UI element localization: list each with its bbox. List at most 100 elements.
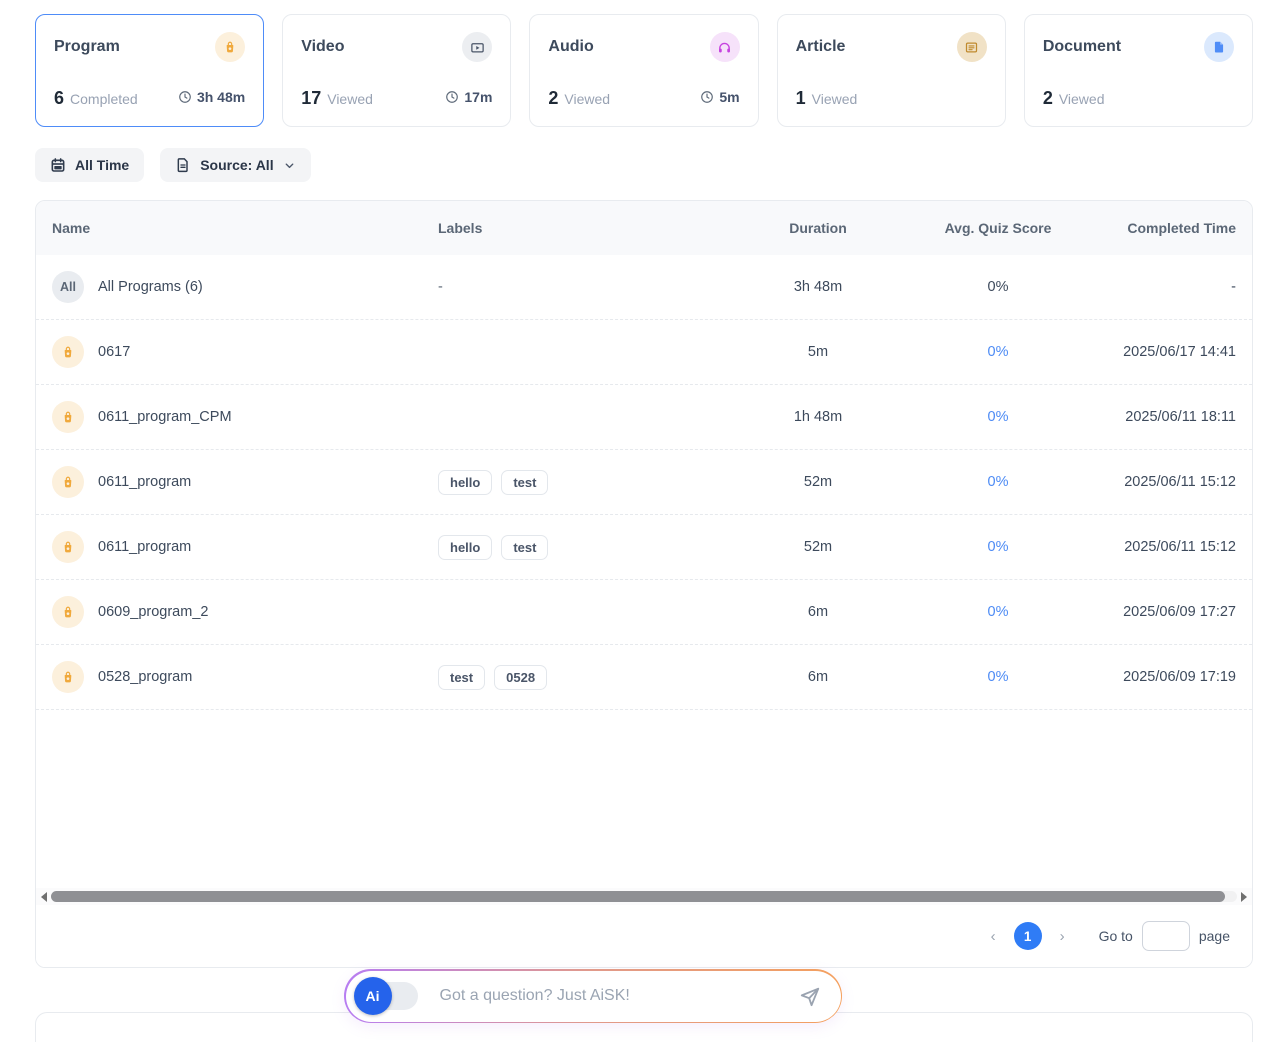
card-document-count-label: Viewed [1059, 91, 1105, 107]
table-row[interactable]: 0528_programtest05286m0%2025/06/09 17:19 [36, 645, 1252, 710]
table-row[interactable]: 0609_program_2 6m 0% 2025/06/09 17:27 [36, 580, 1252, 645]
card-document-title: Document [1043, 38, 1121, 56]
card-document-count: 2 [1043, 88, 1053, 108]
scrollbar-thumb[interactable] [51, 891, 1225, 902]
column-header-name: Name [52, 220, 438, 236]
program-name: 0609_program_2 [98, 604, 208, 620]
label-chip: 0528 [494, 665, 547, 690]
row-quiz-score[interactable]: 0% [988, 604, 1009, 620]
column-header-completed: Completed Time [1098, 220, 1236, 236]
program-icon [52, 596, 84, 628]
program-icon [52, 466, 84, 498]
card-video[interactable]: Video 17 Viewed 17m [282, 14, 511, 127]
row-quiz-score[interactable]: 0% [988, 539, 1009, 555]
column-header-labels: Labels [438, 220, 738, 236]
row-duration: 3h 48m [738, 279, 898, 295]
card-article-count-label: Viewed [812, 91, 858, 107]
card-audio-count-label: Viewed [564, 91, 610, 107]
row-completed-time: 2025/06/09 17:27 [1098, 604, 1236, 620]
horizontal-scrollbar [36, 888, 1252, 905]
source-filter-label: Source: All [200, 157, 273, 173]
program-name: 0528_program [98, 669, 192, 685]
program-name: All Programs (6) [98, 279, 203, 295]
source-filter-button[interactable]: Source: All [160, 148, 310, 182]
audio-icon [710, 32, 740, 62]
program-icon [52, 401, 84, 433]
table-empty-area [36, 710, 1252, 888]
label-chip: test [438, 665, 485, 690]
row-duration: 52m [738, 539, 898, 555]
table-row[interactable]: AllAll Programs (6)-3h 48m0%- [36, 255, 1252, 320]
aisk-toggle[interactable]: Ai [354, 981, 418, 1011]
aisk-question-input[interactable] [440, 987, 799, 1005]
row-duration: 5m [738, 344, 898, 360]
row-quiz-score: 0% [988, 279, 1009, 295]
article-icon [957, 32, 987, 62]
scroll-left-arrow-icon[interactable] [39, 892, 49, 902]
column-header-duration: Duration [738, 220, 898, 236]
page-label: page [1199, 928, 1230, 944]
goto-page-input[interactable] [1142, 921, 1190, 951]
video-icon [462, 32, 492, 62]
card-document[interactable]: Document 2 Viewed [1024, 14, 1253, 127]
label-chip: hello [438, 470, 492, 495]
card-video-count: 17 [301, 88, 321, 108]
card-article[interactable]: Article 1Viewed [777, 14, 1006, 127]
clock-icon [178, 90, 192, 104]
table-row[interactable]: 0617 5m 0% 2025/06/17 14:41 [36, 320, 1252, 385]
time-filter-label: All Time [75, 157, 129, 173]
card-program-count-label: Completed [70, 91, 138, 107]
column-header-quiz: Avg. Quiz Score [898, 220, 1098, 236]
card-video-title: Video [301, 38, 344, 56]
label-chip: test [501, 535, 548, 560]
row-quiz-score[interactable]: 0% [988, 474, 1009, 490]
label-chip: test [501, 470, 548, 495]
card-program[interactable]: Program 6Completed 3h 48m [35, 14, 264, 127]
row-labels: - [438, 279, 738, 295]
file-icon [175, 157, 191, 173]
row-duration: 52m [738, 474, 898, 490]
card-video-time: 17m [445, 89, 492, 105]
program-icon [215, 32, 245, 62]
prev-page-button[interactable]: ‹ [987, 928, 1000, 945]
current-page-button[interactable]: 1 [1014, 922, 1042, 950]
table-row[interactable]: 0611_programhellotest52m0%2025/06/11 15:… [36, 450, 1252, 515]
card-audio-count: 2 [548, 88, 558, 108]
goto-label: Go to [1099, 928, 1133, 944]
table-row[interactable]: 0611_program hellotest52m 0% 2025/06/11 15:… [36, 515, 1252, 580]
row-duration: 6m [738, 604, 898, 620]
filter-bar: All Time Source: All [35, 148, 1253, 182]
program-name: 0611_program [98, 539, 191, 555]
row-labels: hello test [438, 470, 738, 495]
labels-placeholder: - [438, 279, 443, 295]
card-audio-time: 5m [700, 89, 739, 105]
time-filter-button[interactable]: All Time [35, 148, 144, 182]
programs-table: Name Labels Duration Avg. Quiz Score Com… [35, 200, 1253, 968]
scrollbar-track[interactable] [51, 891, 1237, 902]
row-quiz-score[interactable]: 0% [988, 669, 1009, 685]
card-audio[interactable]: Audio 2Viewed 5m [529, 14, 758, 127]
all-programs-badge: All [52, 271, 84, 303]
program-icon [52, 661, 84, 693]
stat-cards: Program 6Completed 3h 48m Video [35, 14, 1253, 127]
scroll-right-arrow-icon[interactable] [1239, 892, 1249, 902]
row-duration: 1h 48m [738, 409, 898, 425]
chevron-down-icon [283, 159, 296, 172]
table-row[interactable]: 0611_program_CPM1h 48m0%2025/06/11 18:11 [36, 385, 1252, 450]
row-quiz-score[interactable]: 0% [988, 344, 1009, 360]
next-page-button[interactable]: › [1056, 928, 1069, 945]
send-icon[interactable] [799, 985, 821, 1007]
row-quiz-score[interactable]: 0% [988, 409, 1009, 425]
card-video-count-label: Viewed [327, 91, 373, 107]
row-labels: hellotest [438, 535, 738, 560]
row-completed-time: 2025/06/11 15:12 [1098, 539, 1236, 555]
calendar-icon [50, 157, 66, 173]
program-name: 0617 [98, 344, 130, 360]
card-program-time: 3h 48m [178, 89, 245, 105]
row-labels: test 0528 [438, 665, 738, 690]
aisk-logo: Ai [354, 977, 392, 1015]
pagination: ‹ 1 › Go to page [36, 905, 1252, 967]
row-completed-time: 2025/06/09 17:19 [1098, 669, 1236, 685]
row-completed-time: 2025/06/17 14:41 [1098, 344, 1236, 360]
clock-icon [445, 90, 459, 104]
